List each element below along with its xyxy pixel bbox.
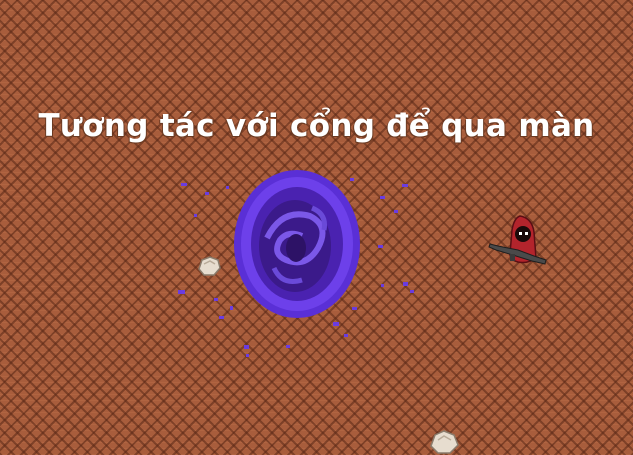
- portal-icon[interactable]: [232, 168, 362, 320]
- rock-icon: [198, 256, 221, 276]
- portal-hint-text: Tương tác với cổng để qua màn: [38, 108, 595, 144]
- hooded-player-icon: [488, 215, 547, 265]
- rock-icon: [430, 430, 459, 454]
- game-scene: Tương tác với cổng để qua màn: [0, 0, 633, 455]
